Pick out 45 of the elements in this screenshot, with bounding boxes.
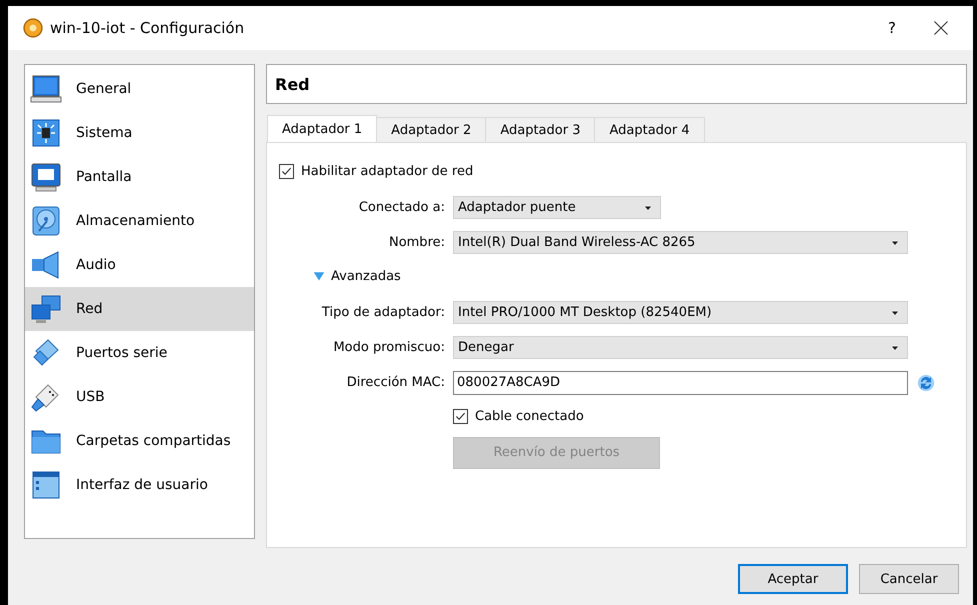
section-title: Red — [266, 64, 967, 104]
tab[interactable]: Adaptador 1 — [267, 115, 378, 142]
checkbox[interactable]: Cable conectado — [453, 409, 584, 424]
window-icon — [30, 469, 62, 501]
sidebar-item[interactable]: Pantalla — [25, 155, 254, 199]
laptop-icon — [30, 73, 62, 105]
sidebar-item[interactable]: General — [25, 67, 254, 111]
checkbox[interactable]: Habilitar adaptador de red — [279, 164, 474, 179]
monitor-icon — [30, 161, 62, 193]
caret-icon — [644, 204, 652, 212]
sidebar-item[interactable]: Puertos serie — [25, 331, 254, 375]
sidebar-item[interactable]: Interfaz de usuario — [25, 463, 254, 507]
input-field[interactable]: 080027A8CA9D — [453, 370, 908, 394]
sidebar-item[interactable]: Audio — [25, 243, 254, 287]
dialog-button[interactable]: Aceptar — [738, 564, 848, 594]
sidebar-item[interactable]: USB — [25, 375, 254, 419]
dialog-button[interactable]: Cancelar — [859, 564, 959, 594]
field-label: Tipo de adaptador: — [320, 305, 445, 320]
checkmark-icon — [455, 411, 466, 422]
triangle-down-icon — [313, 270, 325, 282]
dropdown[interactable]: Intel PRO/1000 MT Desktop (82540EM) — [453, 301, 908, 324]
disclosure-toggle[interactable]: Avanzadas — [279, 268, 401, 284]
sidebar-item[interactable]: Almacenamiento — [25, 199, 254, 243]
chip-icon — [30, 117, 62, 149]
field-label: Modo promiscuo: — [332, 340, 445, 355]
sidebar-item[interactable]: Red — [25, 287, 254, 331]
refresh-icon[interactable] — [916, 372, 936, 392]
gear-icon — [22, 17, 44, 39]
field-label: Nombre: — [388, 235, 445, 250]
tab[interactable]: Adaptador 4 — [594, 117, 705, 142]
window-title: win-10-iot - Configuración — [50, 19, 246, 37]
caret-icon — [891, 308, 899, 316]
network-icon — [30, 293, 62, 325]
sidebar-item[interactable]: Carpetas compartidas — [25, 419, 254, 463]
dropdown[interactable]: Intel(R) Dual Band Wireless-AC 8265 — [453, 231, 908, 254]
field-label: Dirección MAC: — [346, 375, 445, 390]
dropdown[interactable]: Adaptador puente — [453, 196, 661, 219]
dropdown[interactable]: Denegar — [453, 336, 908, 359]
sidebar-item[interactable]: Sistema — [25, 111, 254, 155]
help-button[interactable]: ? — [877, 19, 907, 37]
caret-icon — [891, 238, 899, 246]
caret-icon — [891, 344, 899, 352]
close-icon[interactable] — [933, 20, 949, 36]
field-label: Conectado a: — [358, 200, 445, 215]
checkmark-icon — [281, 166, 292, 177]
